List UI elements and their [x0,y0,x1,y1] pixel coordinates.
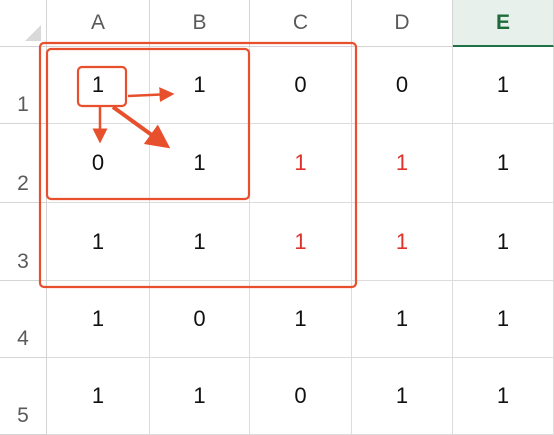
column-header-a[interactable]: A [47,0,150,47]
cell-b1[interactable]: 1 [150,47,250,124]
cell-a5[interactable]: 1 [47,358,150,435]
row-header-3[interactable]: 3 [0,203,47,281]
cell-e2[interactable]: 1 [453,124,554,203]
cell-c3[interactable]: 1 [250,203,352,281]
cell-a2[interactable]: 0 [47,124,150,203]
cell-b3[interactable]: 1 [150,203,250,281]
cell-d3[interactable]: 1 [352,203,453,281]
cell-c1[interactable]: 0 [250,47,352,124]
spreadsheet-grid: ABCDE 12345 1100101111111111011111011 [0,0,554,435]
column-header-b[interactable]: B [150,0,250,47]
cell-c2[interactable]: 1 [250,124,352,203]
row-header-5[interactable]: 5 [0,358,47,435]
cell-c4[interactable]: 1 [250,281,352,358]
column-header-c[interactable]: C [250,0,352,47]
row-header-2[interactable]: 2 [0,124,47,203]
column-header-d[interactable]: D [352,0,453,47]
cell-a1[interactable]: 1 [47,47,150,124]
row-header-1[interactable]: 1 [0,47,47,124]
cell-e5[interactable]: 1 [453,358,554,435]
select-all-triangle-icon[interactable] [25,25,41,41]
cell-d5[interactable]: 1 [352,358,453,435]
cell-b5[interactable]: 1 [150,358,250,435]
cell-b2[interactable]: 1 [150,124,250,203]
cell-e4[interactable]: 1 [453,281,554,358]
cell-d4[interactable]: 1 [352,281,453,358]
select-all-corner[interactable] [0,0,47,47]
column-header-e[interactable]: E [453,0,554,47]
cell-a4[interactable]: 1 [47,281,150,358]
cell-d2[interactable]: 1 [352,124,453,203]
cell-c5[interactable]: 0 [250,358,352,435]
cell-e3[interactable]: 1 [453,203,554,281]
cell-a3[interactable]: 1 [47,203,150,281]
cell-b4[interactable]: 0 [150,281,250,358]
row-header-4[interactable]: 4 [0,281,47,358]
cell-d1[interactable]: 0 [352,47,453,124]
cell-e1[interactable]: 1 [453,47,554,124]
